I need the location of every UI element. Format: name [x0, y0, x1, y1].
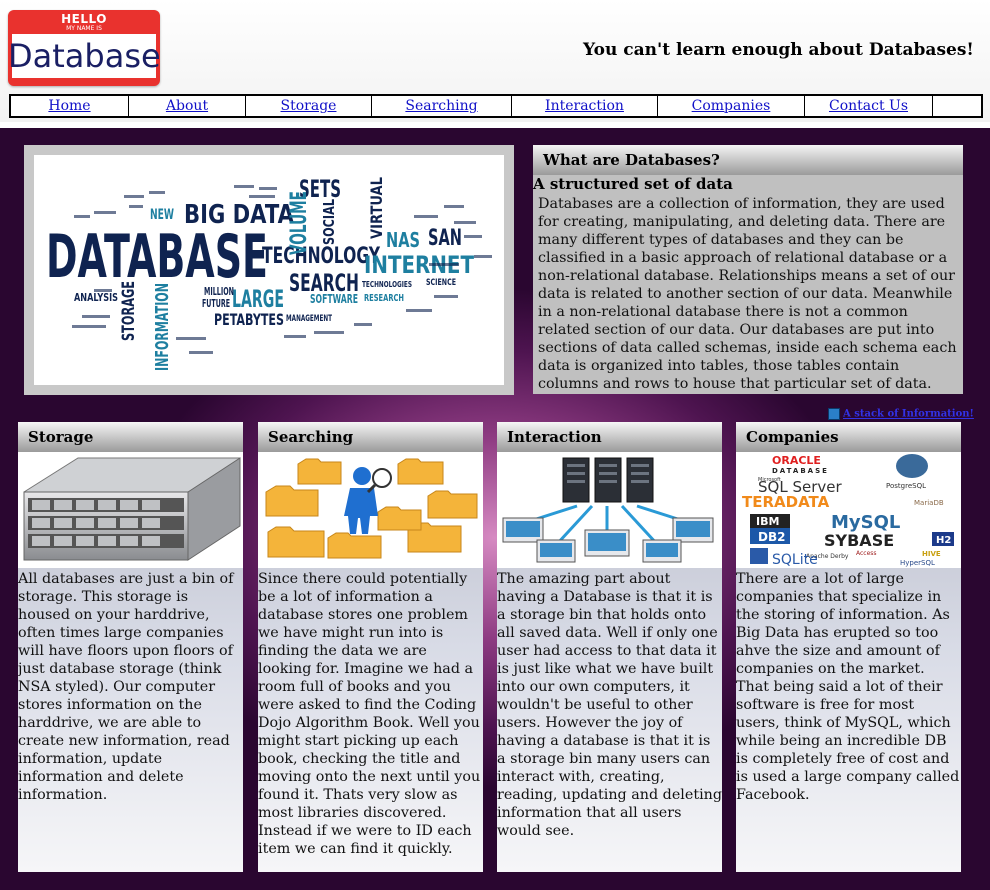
sqlite-icon — [750, 548, 768, 564]
logo-oracle-db: DATABASE — [772, 467, 829, 475]
interaction-card: Interaction The amazing part about havin… — [497, 422, 722, 872]
nav-home-link[interactable]: Home — [11, 96, 129, 116]
wc-software: SOFTWARE — [310, 292, 358, 306]
wc-social: SOCIAL — [320, 199, 338, 245]
stack-icon — [828, 408, 840, 420]
company-logos-image: ORACLE DATABASE Microsoft SQL Server Pos… — [736, 452, 961, 568]
logo-hive: HIVE — [922, 550, 941, 558]
stack-of-information-link[interactable]: A stack of Information! — [828, 408, 974, 420]
wc-management: MANAGEMENT — [286, 314, 333, 324]
network-servers-icon — [502, 457, 714, 563]
interaction-network-image — [497, 452, 722, 568]
storage-server-image — [18, 452, 243, 568]
wc-science: SCIENCE — [426, 278, 456, 288]
wc-large: LARGE — [232, 285, 284, 313]
logo-sqlite: SQLite — [772, 552, 818, 568]
nav-interaction-link[interactable]: Interaction — [512, 96, 658, 116]
companies-card-title: Companies — [736, 422, 961, 452]
companies-card-body: There are a lot of large companies that … — [736, 571, 960, 803]
storage-card-body: All databases are just a bin of storage.… — [18, 571, 234, 803]
nav-about-link[interactable]: About — [129, 96, 246, 116]
searching-card-title: Searching — [258, 422, 483, 452]
searching-card: Searching Since there could potentially … — [258, 422, 483, 872]
database-wordcloud-image: DATABASE BIG DATA TECHNOLOGY INTERNET SE… — [34, 155, 504, 385]
logo-sybase: SYBASE — [824, 531, 894, 550]
wc-research: RESEARCH — [364, 293, 404, 304]
wc-future: FUTURE — [202, 297, 230, 310]
logo-mariadb: MariaDB — [914, 499, 944, 507]
interaction-card-title: Interaction — [497, 422, 722, 452]
main-content: DATABASE BIG DATA TECHNOLOGY INTERNET SE… — [0, 128, 990, 890]
wc-nas: NAS — [386, 228, 420, 252]
postgres-elephant-icon — [896, 454, 928, 478]
folder-search-icon — [265, 458, 478, 559]
logo-mysql: MySQL — [831, 512, 900, 533]
wc-bigdata: BIG DATA — [184, 200, 294, 230]
wc-storage: STORAGE — [119, 281, 139, 341]
wc-petabytes: PETABYTES — [214, 310, 284, 329]
wc-information: INFORMATION — [152, 283, 173, 371]
storage-card-title: Storage — [18, 422, 243, 452]
stack-link-label: A stack of Information! — [843, 408, 974, 420]
logo-oracle: ORACLE — [772, 454, 821, 467]
wc-analysis: ANALYSIS — [74, 291, 118, 304]
interaction-card-body: The amazing part about having a Database… — [497, 571, 722, 839]
wc-technology: TECHNOLOGY — [262, 244, 381, 269]
wordcloud-graphic: DATABASE BIG DATA TECHNOLOGY INTERNET SE… — [46, 175, 492, 371]
logo-hello: HELLO — [61, 12, 107, 26]
server-rack-icon — [23, 457, 241, 561]
logo-hypersql: HyperSQL — [900, 559, 935, 567]
nav-companies-link[interactable]: Companies — [658, 96, 805, 116]
nav-storage-link[interactable]: Storage — [246, 96, 372, 116]
companies-card: Companies ORACLE DATABASE Microsoft SQL … — [736, 422, 961, 872]
what-panel-heading: What are Databases? — [533, 145, 963, 175]
searching-folders-image — [258, 452, 483, 568]
hero-image-frame: DATABASE BIG DATA TECHNOLOGY INTERNET SE… — [24, 145, 514, 395]
what-panel-body: Databases are a collection of informatio… — [538, 196, 957, 392]
wc-new: NEW — [150, 207, 174, 223]
nav-searching-link[interactable]: Searching — [372, 96, 512, 116]
database-vendor-logos: ORACLE DATABASE Microsoft SQL Server Pos… — [742, 454, 954, 568]
logo-my-name-is: MY NAME IS — [66, 25, 102, 32]
logo-access: Access — [856, 550, 877, 557]
what-panel-subheading: A structured set of data — [533, 175, 733, 193]
logo-ibm: IBM — [756, 515, 779, 528]
wc-technologies: TECHNOLOGIES — [362, 280, 412, 289]
nav-contact-link[interactable]: Contact Us — [805, 96, 933, 116]
logo-word: Database — [8, 37, 160, 75]
storage-card: Storage All databases are just a bin of … — [18, 422, 243, 872]
site-tagline: You can't learn enough about Databases! — [583, 40, 974, 60]
wc-san: SAN — [428, 226, 462, 251]
searching-card-body: Since there could potentially be a lot o… — [258, 571, 481, 857]
logo-postgres: PostgreSQL — [886, 482, 926, 490]
site-logo[interactable]: HELLO MY NAME IS Database — [8, 10, 160, 86]
logo-teradata: TERADATA — [742, 493, 830, 511]
what-are-databases-panel: What are Databases? A structured set of … — [533, 145, 963, 394]
wc-volume: VOLUME — [287, 191, 312, 255]
wc-database: DATABASE — [46, 222, 268, 292]
wc-virtual: VIRTUAL — [367, 177, 386, 239]
logo-db2: DB2 — [758, 530, 785, 544]
main-nav: Home About Storage Searching Interaction… — [9, 94, 983, 118]
logo-h2: H2 — [936, 535, 951, 546]
